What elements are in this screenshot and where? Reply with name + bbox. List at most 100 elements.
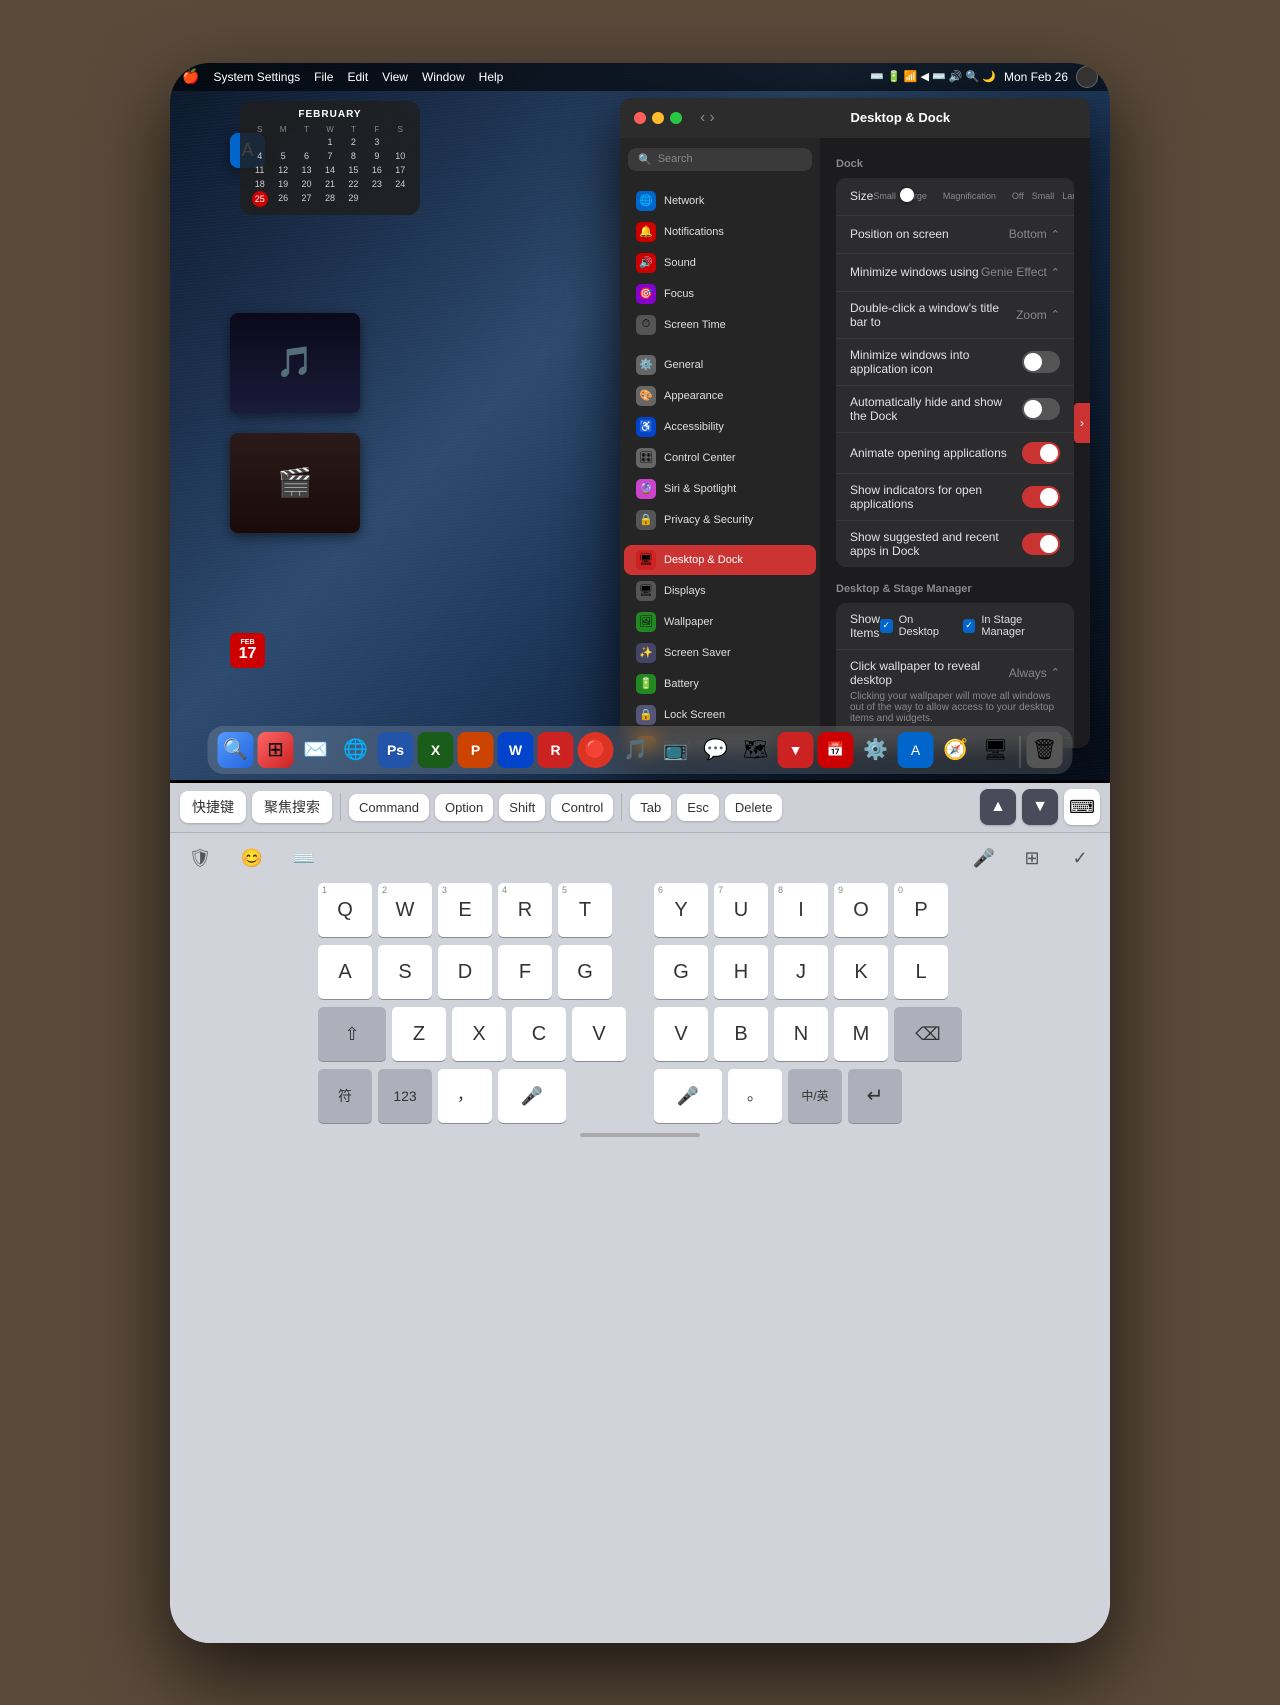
key-P[interactable]: 0 P [894,883,948,937]
sidebar-item-screen-time[interactable]: ⏱ Screen Time [624,310,816,340]
position-chevron-icon[interactable]: ⌃ [1051,228,1060,241]
fullscreen-button[interactable] [670,112,682,124]
key-J[interactable]: J [774,945,828,999]
grid-icon[interactable]: ⊞ [1014,841,1050,877]
dock-photoshop[interactable]: Ps [378,732,414,768]
emoji-icon[interactable]: 😊 [234,841,270,877]
in-stage-manager-checkbox[interactable]: ✓ [963,619,976,633]
key-return[interactable]: ↵ [848,1069,902,1123]
key-G-right[interactable]: G [654,945,708,999]
key-mic-left[interactable]: 🎤 [498,1069,566,1123]
key-K[interactable]: K [834,945,888,999]
nav-up-button[interactable]: ▲ [980,789,1016,825]
show-recent-toggle[interactable] [1022,533,1060,555]
focus-search-button[interactable]: 聚焦搜索 [252,791,332,823]
dock-app1[interactable]: ▼ [778,732,814,768]
key-C[interactable]: C [512,1007,566,1061]
key-M[interactable]: M [834,1007,888,1061]
key-mic-right[interactable]: 🎤 [654,1069,722,1123]
option-button[interactable]: Option [435,794,493,821]
dock-music[interactable]: 🎵 [618,732,654,768]
menu-file[interactable]: File [314,70,333,84]
dock-wechat[interactable]: 💬 [698,732,734,768]
mic-icon[interactable]: 🎤 [966,841,1002,877]
expand-panel-button[interactable]: › [1074,403,1090,443]
dock-mail[interactable]: ✉️ [298,732,334,768]
key-comma[interactable]: ， [438,1069,492,1123]
key-G[interactable]: G [558,945,612,999]
key-special-char[interactable]: 符 [318,1069,372,1123]
sidebar-item-displays[interactable]: 🖥 Displays [624,576,816,606]
minimize-to-icon-toggle[interactable] [1022,351,1060,373]
key-backspace[interactable]: ⌫ [894,1007,962,1061]
key-123[interactable]: 123 [378,1069,432,1123]
sidebar-item-appearance[interactable]: 🎨 Appearance [624,381,816,411]
key-O[interactable]: 9 O [834,883,888,937]
key-U[interactable]: 7 U [714,883,768,937]
sidebar-item-accessibility[interactable]: ♿ Accessibility [624,412,816,442]
dock-finder[interactable]: 🔍 [218,732,254,768]
sidebar-item-focus[interactable]: 🎯 Focus [624,279,816,309]
key-V-left[interactable]: V [572,1007,626,1061]
sidebar-item-general[interactable]: ⚙️ General [624,350,816,380]
double-click-chevron-icon[interactable]: ⌃ [1051,308,1060,321]
key-X[interactable]: X [452,1007,506,1061]
keyboard-icon[interactable]: ⌨️ [286,841,322,877]
auto-hide-toggle[interactable] [1022,398,1060,420]
key-N[interactable]: N [774,1007,828,1061]
nav-down-button[interactable]: ▼ [1022,789,1058,825]
key-chinese-eng[interactable]: 中/英 [788,1069,842,1123]
key-I[interactable]: 8 I [774,883,828,937]
dock-safari[interactable]: 🧭 [938,732,974,768]
dock-pdf[interactable]: R [538,732,574,768]
menu-window[interactable]: Window [422,70,465,84]
sidebar-item-battery[interactable]: 🔋 Battery [624,669,816,699]
apple-menu-icon[interactable]: 🍎 [182,68,199,85]
dock-settings[interactable]: ⚙️ [858,732,894,768]
user-avatar[interactable] [1076,66,1098,88]
shield-icon[interactable]: 🛡 [182,841,218,877]
delete-button[interactable]: Delete [725,794,783,821]
keyboard-expand-button[interactable]: ⌨ [1064,789,1100,825]
minimize-button[interactable] [652,112,664,124]
key-Q[interactable]: 1 Q [318,883,372,937]
sidebar-item-sound[interactable]: 🔊 Sound [624,248,816,278]
animate-toggle[interactable] [1022,442,1060,464]
key-L[interactable]: L [894,945,948,999]
key-B[interactable]: B [714,1007,768,1061]
dock-appstore[interactable]: A [898,732,934,768]
dock-powerpoint[interactable]: P [458,732,494,768]
key-V-right[interactable]: V [654,1007,708,1061]
key-Y[interactable]: 6 Y [654,883,708,937]
key-E[interactable]: 3 E [438,883,492,937]
key-D[interactable]: D [438,945,492,999]
key-R[interactable]: 4 R [498,883,552,937]
dock-launchpad[interactable]: ⊞ [258,732,294,768]
sidebar-item-siri[interactable]: 🔮 Siri & Spotlight [624,474,816,504]
menu-view[interactable]: View [382,70,408,84]
dock-word[interactable]: W [498,732,534,768]
sidebar-item-screen-saver[interactable]: ✨ Screen Saver [624,638,816,668]
sidebar-item-wallpaper[interactable]: 🖼 Wallpaper [624,607,816,637]
shift-button[interactable]: Shift [499,794,545,821]
key-A[interactable]: A [318,945,372,999]
key-H[interactable]: H [714,945,768,999]
key-F[interactable]: F [498,945,552,999]
calendar-app-icon[interactable]: FEB 17 [230,633,265,668]
dock-chrome[interactable]: 🔴 [578,732,614,768]
nav-back-button[interactable]: ‹ [700,109,705,127]
checkmark-icon[interactable]: ✓ [1062,841,1098,877]
menu-help[interactable]: Help [479,70,504,84]
sidebar-item-privacy[interactable]: 🔒 Privacy & Security [624,505,816,535]
menu-system-settings[interactable]: System Settings [213,70,300,84]
key-T[interactable]: 5 T [558,883,612,937]
sidebar-item-notifications[interactable]: 🔔 Notifications [624,217,816,247]
dock-calendar[interactable]: 📅 [818,732,854,768]
command-button[interactable]: Command [349,794,429,821]
key-period[interactable]: 。 [728,1069,782,1123]
key-Z[interactable]: Z [392,1007,446,1061]
sidebar-item-desktop-dock[interactable]: 🖥 Desktop & Dock [624,545,816,575]
dock-video[interactable]: 📺 [658,732,694,768]
click-wallpaper-chevron-icon[interactable]: ⌃ [1051,666,1060,679]
sidebar-item-network[interactable]: 🌐 Network [624,186,816,216]
